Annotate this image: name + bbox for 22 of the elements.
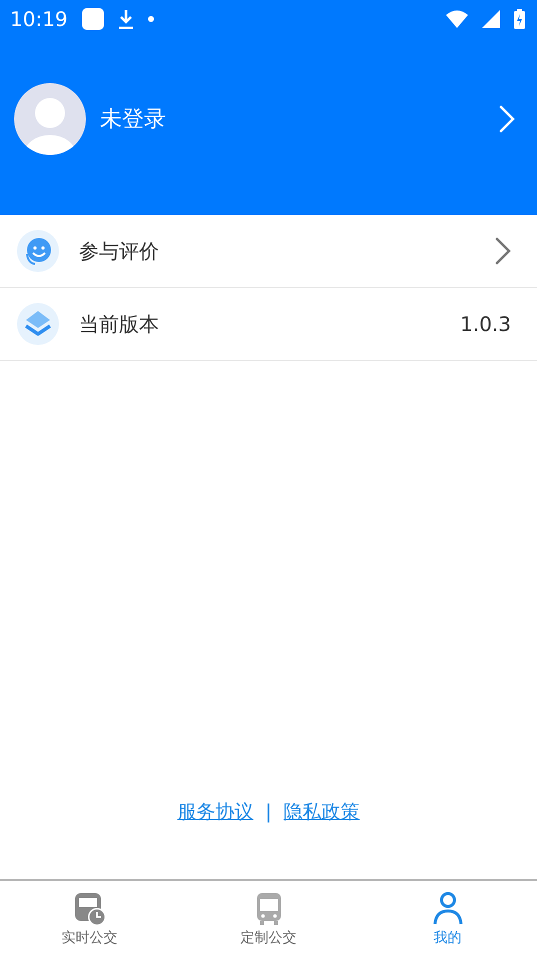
tab[interactable]: 实时公交 xyxy=(0,881,179,956)
link-separator: | xyxy=(265,801,272,823)
tab[interactable]: 我的 xyxy=(358,881,537,956)
version-value: 1.0.3 xyxy=(460,312,511,336)
menu-label: 参与评价 xyxy=(79,238,160,264)
layers-icon xyxy=(17,303,59,345)
dot-icon xyxy=(148,16,154,22)
avatar[interactable] xyxy=(14,82,86,154)
smiley-headset-icon xyxy=(17,230,59,272)
download-icon xyxy=(118,9,134,29)
menu-row[interactable]: 参与评价 xyxy=(0,215,537,288)
login-status[interactable]: 未登录 xyxy=(100,104,485,134)
menu-label: 当前版本 xyxy=(79,310,160,338)
chevron-right-icon xyxy=(499,104,515,132)
chevron-right-icon xyxy=(495,237,511,265)
tab[interactable]: 定制公交 xyxy=(179,881,358,956)
status-time: 10:19 xyxy=(10,7,68,31)
signal-icon xyxy=(482,10,500,28)
battery-icon xyxy=(514,9,525,29)
footer-link[interactable]: 隐私政策 xyxy=(284,799,360,825)
wifi-icon xyxy=(446,10,468,28)
footer-link[interactable]: 服务协议 xyxy=(177,799,254,825)
